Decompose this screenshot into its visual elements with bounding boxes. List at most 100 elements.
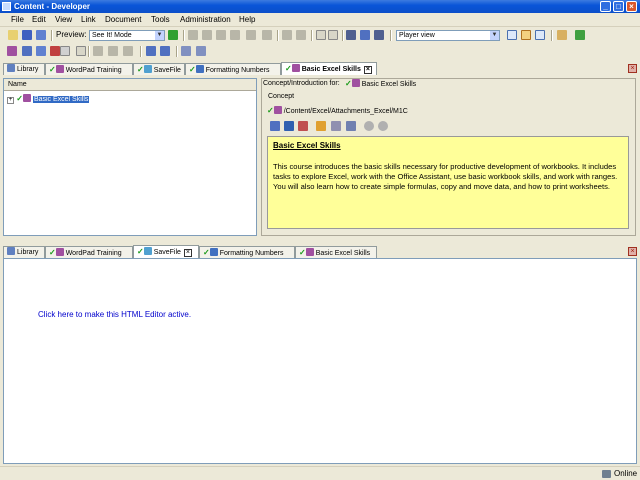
find-icon[interactable]	[346, 30, 356, 40]
menu-help[interactable]: Help	[239, 15, 255, 24]
close-panel-icon[interactable]: ×	[628, 247, 637, 256]
concept-path: ✓/Content/Excel/Attachments_Excel/M1C	[267, 106, 408, 115]
new-icon[interactable]	[8, 30, 18, 40]
minimize-button[interactable]: _	[600, 1, 611, 12]
link-icon[interactable]	[160, 46, 170, 56]
tab-savefile[interactable]: ✓ SaveFile ×	[133, 245, 199, 258]
expand-icon[interactable]: +	[7, 97, 14, 104]
concept-text: This course introduces the basic skills …	[273, 162, 618, 191]
check-out-icon[interactable]	[36, 46, 46, 56]
move-down-icon[interactable]	[123, 46, 133, 56]
check-icon: ✓	[16, 94, 23, 103]
menu-administration[interactable]: Administration	[180, 15, 231, 24]
save-icon[interactable]	[22, 30, 32, 40]
close-panel-icon[interactable]: ×	[628, 64, 637, 73]
title-bar: Content - Developer _ □ ×	[0, 0, 640, 13]
check-icon: ✓	[137, 247, 144, 256]
paste-icon[interactable]	[216, 30, 226, 40]
app-icon	[2, 2, 11, 11]
go-icon[interactable]	[168, 30, 178, 40]
menu-document[interactable]: Document	[105, 15, 141, 24]
tab-basic-excel-skills[interactable]: ✓ Basic Excel Skills ×	[281, 62, 377, 75]
layout-single-icon[interactable]	[507, 30, 517, 40]
spelling-icon[interactable]	[360, 30, 370, 40]
record-icon[interactable]	[50, 46, 60, 56]
move-left-icon[interactable]	[108, 46, 118, 56]
move-up-icon[interactable]	[93, 46, 103, 56]
attach-icon[interactable]	[284, 121, 294, 131]
library-tree-panel: Name + ✓ Basic Excel Skills	[3, 78, 257, 236]
library-icon[interactable]	[7, 46, 17, 56]
tab-library[interactable]: Library	[3, 246, 45, 258]
maximize-button[interactable]: □	[613, 1, 624, 12]
library-icon	[7, 247, 15, 255]
print-icon[interactable]	[262, 30, 272, 40]
tab-library[interactable]: Library	[3, 63, 45, 75]
concept-header-label: Concept/Introduction for:	[263, 80, 340, 87]
previous-icon[interactable]	[364, 121, 374, 131]
layout-split-horizontal-icon[interactable]	[521, 30, 531, 40]
cut-icon[interactable]	[188, 30, 198, 40]
tab-wordpad-training[interactable]: ✓ WordPad Training	[45, 246, 133, 258]
preview-mode-value: See It! Mode	[92, 32, 132, 39]
tab-savefile[interactable]: ✓ SaveFile	[133, 63, 185, 75]
window-title: Content - Developer	[14, 2, 91, 11]
document-icon	[209, 248, 218, 256]
check-icon: ✓	[285, 64, 292, 73]
tab-formatting-numbers[interactable]: ✓ Formatting Numbers	[185, 63, 281, 75]
activate-editor-link[interactable]: Click here to make this HTML Editor acti…	[38, 310, 191, 319]
filter-icon[interactable]	[374, 30, 384, 40]
undo-icon[interactable]	[282, 30, 292, 40]
publish-icon[interactable]	[557, 30, 567, 40]
close-tab-icon[interactable]: ×	[183, 249, 192, 257]
properties-icon[interactable]	[246, 30, 256, 40]
library-icon	[7, 64, 15, 72]
export-icon[interactable]	[181, 46, 191, 56]
menu-view[interactable]: View	[55, 15, 72, 24]
upload-icon[interactable]	[146, 46, 156, 56]
menu-edit[interactable]: Edit	[32, 15, 46, 24]
concept-group-label: Concept	[268, 93, 295, 100]
close-button[interactable]: ×	[626, 1, 637, 12]
tab-wordpad-training[interactable]: ✓ WordPad Training	[45, 63, 133, 75]
check-icon: ✓	[267, 106, 274, 115]
view-select[interactable]: Player view ▼	[396, 30, 500, 41]
check-icon: ✓	[189, 65, 196, 74]
link-icon[interactable]	[270, 121, 280, 131]
check-icon: ✓	[299, 248, 306, 257]
expand-icon[interactable]	[316, 30, 326, 40]
tab-basic-excel-skills[interactable]: ✓ Basic Excel Skills	[295, 246, 377, 258]
copy-icon[interactable]	[202, 30, 212, 40]
next-icon[interactable]	[378, 121, 388, 131]
import-icon[interactable]	[196, 46, 206, 56]
settings-icon[interactable]	[331, 121, 341, 131]
tab-formatting-numbers[interactable]: ✓ Formatting Numbers	[199, 246, 295, 258]
html-editor-panel[interactable]: Click here to make this HTML Editor acti…	[3, 258, 637, 464]
layout-split-vertical-icon[interactable]	[535, 30, 545, 40]
refresh-icon[interactable]	[575, 30, 585, 40]
top-tab-bar: Library ✓ WordPad Training ✓ SaveFile ✓ For…	[0, 62, 640, 75]
close-tab-icon[interactable]: ×	[363, 66, 372, 74]
delete-icon[interactable]	[230, 30, 240, 40]
help-icon[interactable]	[60, 46, 70, 56]
edit-icon[interactable]	[316, 121, 326, 131]
tree-item[interactable]: + ✓ Basic Excel Skills	[7, 94, 90, 104]
menu-file[interactable]: File	[11, 15, 24, 24]
collapse-icon[interactable]	[328, 30, 338, 40]
document-icon	[195, 65, 204, 73]
preview-mode-select[interactable]: See It! Mode ▼	[89, 30, 165, 41]
bottom-tab-bar: Library ✓ WordPad Training ✓ SaveFile × ✓ Fo…	[0, 245, 640, 258]
online-icon	[602, 470, 611, 478]
name-column-label: Name	[8, 81, 27, 88]
remove-link-icon[interactable]	[298, 121, 308, 131]
concept-content: Basic Excel Skills This course introduce…	[267, 136, 629, 229]
save-all-icon[interactable]	[36, 30, 46, 40]
secondary-toolbar	[0, 44, 640, 59]
preview-label: Preview:	[56, 30, 87, 39]
redo-icon[interactable]	[296, 30, 306, 40]
menu-link[interactable]: Link	[81, 15, 96, 24]
dropdown-icon[interactable]	[76, 46, 86, 56]
menu-tools[interactable]: Tools	[151, 15, 170, 24]
check-in-icon[interactable]	[22, 46, 32, 56]
preview-icon[interactable]	[346, 121, 356, 131]
